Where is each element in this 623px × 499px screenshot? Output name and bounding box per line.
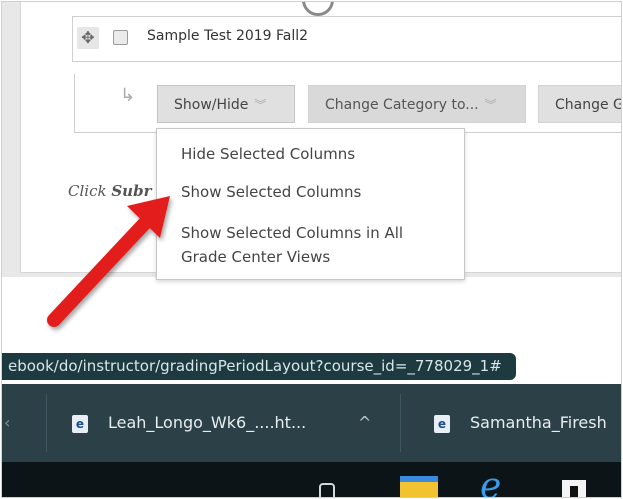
menu-item-line-2: Grade Center Views <box>181 248 331 266</box>
change-category-button[interactable]: Change Category to... ︾ <box>308 85 526 123</box>
show-hide-label: Show/Hide <box>174 97 249 113</box>
menu-item-show-selected[interactable]: Show Selected Columns <box>181 183 361 201</box>
red-arrow-annotation <box>47 196 170 327</box>
change-category-label: Change Category to... <box>325 97 479 113</box>
menu-item-hide-selected[interactable]: Hide Selected Columns <box>181 145 355 163</box>
status-bar-url: ebook/do/instructor/gradingPeriodLayout?… <box>2 353 516 380</box>
column-title: Sample Test 2019 Fall2 <box>147 28 309 44</box>
show-hide-dropdown-menu: Hide Selected Columns Show Selected Colu… <box>156 128 465 280</box>
taskbar-icons: e <box>319 466 586 498</box>
document-icon: e <box>72 414 88 433</box>
tablet-icon[interactable] <box>319 483 335 498</box>
menu-item-line-1: Show Selected Columns in All <box>181 224 404 242</box>
taskbar-item-leah[interactable]: e Leah_Longo_Wk6_....ht... <box>72 384 306 462</box>
taskbar-item-label: Samantha_Firesh <box>470 413 607 432</box>
taskbar-divider <box>46 394 47 452</box>
edge-browser-icon[interactable]: e <box>480 466 501 498</box>
taskbar-expand-icon[interactable]: ^ <box>358 384 371 462</box>
menu-item-show-selected-all-views[interactable]: Show Selected Columns in All Grade Cente… <box>181 221 403 269</box>
taskbar-item-samantha[interactable]: e Samantha_Firesh <box>434 384 607 462</box>
column-select-checkbox[interactable] <box>113 30 128 45</box>
chevron-down-icon: ︾ <box>254 98 267 112</box>
taskbar-scroll-left-icon[interactable]: ‹ <box>4 384 10 462</box>
change-label: Change G <box>555 97 622 113</box>
taskbar-divider <box>400 394 401 452</box>
taskbar: ‹ e Leah_Longo_Wk6_....ht... ^ e Samantha_… <box>2 384 621 462</box>
column-row: ✥ Sample Test 2019 Fall2 <box>72 16 621 62</box>
elbow-arrow-icon: ↳ <box>120 85 136 106</box>
chevron-down-icon: ︾ <box>484 98 497 112</box>
screenshot-frame: ✥ Sample Test 2019 Fall2 ↳ Show/Hide ︾ Ch… <box>1 1 622 498</box>
move-icon[interactable]: ✥ <box>77 27 99 49</box>
change-button[interactable]: Change G <box>538 85 622 123</box>
show-hide-button[interactable]: Show/Hide ︾ <box>157 85 295 123</box>
windows-taskbar: e <box>2 462 621 498</box>
taskbar-item-label: Leah_Longo_Wk6_....ht... <box>108 413 307 432</box>
document-icon: e <box>434 414 450 433</box>
